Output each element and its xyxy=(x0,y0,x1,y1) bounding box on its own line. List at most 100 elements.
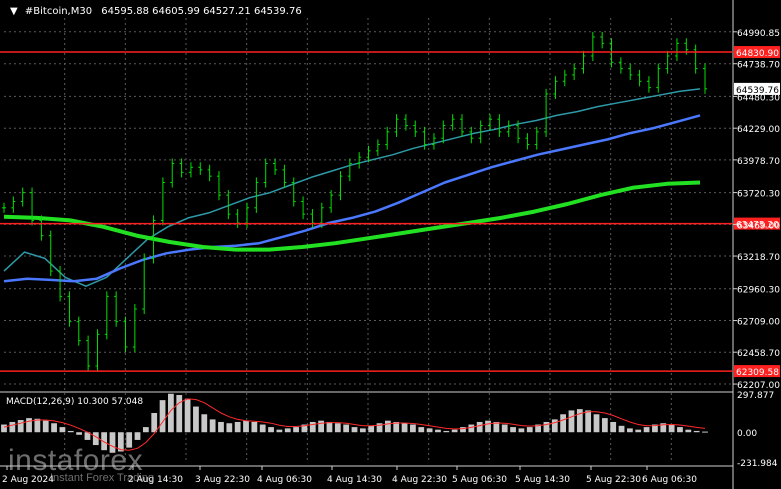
macd-histogram-bar xyxy=(334,423,341,433)
macd-histogram-bar xyxy=(601,418,608,433)
macd-histogram-bar xyxy=(201,414,208,433)
macd-histogram-bar xyxy=(159,400,166,433)
macd-tick-label: 0.00 xyxy=(737,429,757,439)
macd-histogram-bar xyxy=(59,427,66,433)
time-tick-label: 6 Aug 06:30 xyxy=(642,475,697,485)
macd-histogram-bar xyxy=(610,421,617,433)
macd-histogram-bar xyxy=(518,428,525,433)
macd-histogram-bar xyxy=(293,427,299,433)
macd-histogram-bar xyxy=(510,427,516,433)
ohlc-values: 64595.88 64605.99 64527.21 64539.76 xyxy=(101,6,301,17)
moving-averages xyxy=(3,88,701,287)
macd-histogram-bar xyxy=(234,421,241,433)
macd-histogram-bar xyxy=(668,424,675,433)
macd-histogram-bar xyxy=(685,429,692,433)
macd-histogram-bar xyxy=(384,420,391,433)
macd-histogram-bar xyxy=(468,424,475,433)
price-tick-label: 64738.70 xyxy=(737,61,780,71)
level-label: 64830.90 xyxy=(736,49,779,59)
macd-histogram-bar xyxy=(485,420,491,433)
macd-histogram-bar xyxy=(551,419,558,433)
moving-average-line xyxy=(3,88,701,287)
svg-text:▼ #Bitcoin,M30 64595.8: ▼ #Bitcoin,M30 64595.88 64605.99 64527.2… xyxy=(10,6,302,17)
macd-histogram-bar xyxy=(218,421,224,433)
time-tick-label: 5 Aug 06:30 xyxy=(452,475,507,485)
macd-histogram-bar xyxy=(677,427,683,433)
macd-histogram-bar xyxy=(326,421,333,433)
macd-histogram-bar xyxy=(309,421,316,433)
macd-histogram-bar xyxy=(1,424,7,433)
menu-arrow-icon[interactable]: ▼ xyxy=(10,6,18,17)
macd-histogram-bar xyxy=(243,420,249,433)
macd-histogram-bar xyxy=(410,424,416,433)
macd-tick-label: 297.877 xyxy=(737,391,774,401)
macd-histogram-bar xyxy=(184,398,191,433)
macd-histogram-bar xyxy=(643,427,650,433)
time-tick-label: 5 Aug 22:30 xyxy=(586,475,641,485)
price-tick-label: 62207.00 xyxy=(737,381,780,391)
macd-histogram-bar xyxy=(543,421,550,433)
macd-histogram-bar xyxy=(259,424,266,433)
level-label: 62309.58 xyxy=(736,368,779,378)
macd-histogram-bar xyxy=(585,410,592,433)
macd-histogram-bar xyxy=(51,423,57,433)
time-tick-label: 4 Aug 06:30 xyxy=(257,475,312,485)
time-tick-label: 4 Aug 22:30 xyxy=(392,475,447,485)
macd-histogram-bar xyxy=(17,420,24,433)
price-tick-label: 63218.70 xyxy=(737,253,780,263)
macd-histogram-bar xyxy=(359,428,366,433)
macd-histogram-bar xyxy=(426,428,433,433)
macd-histogram-bar xyxy=(435,429,441,433)
macd-histogram-bar xyxy=(284,428,291,433)
macd-histogram-bar xyxy=(343,424,350,433)
price-tick-label: 62709.00 xyxy=(737,318,780,328)
macd-histogram-bar xyxy=(226,423,233,433)
time-tick-label: 3 Aug 22:30 xyxy=(195,475,250,485)
macd-histogram-bar xyxy=(26,418,32,433)
macd-histogram-bar xyxy=(67,430,74,433)
macd-histogram-bar xyxy=(368,425,375,433)
price-chart: 64830.9063475.2062309.5864539.76 64990.8… xyxy=(0,0,780,489)
chart-grid xyxy=(0,0,734,489)
macd-histogram-bar xyxy=(476,421,483,433)
macd-histogram-bar xyxy=(593,414,600,433)
macd-histogram-bar xyxy=(702,431,708,433)
macd-histogram-bar xyxy=(42,420,49,433)
macd-histogram-bar xyxy=(276,429,283,433)
macd-histogram-bar xyxy=(627,428,633,433)
macd-histogram-bar xyxy=(526,427,533,433)
watermark-tagline: Instant Forex Trading xyxy=(50,472,154,484)
macd-histogram-bar xyxy=(134,432,141,440)
symbol-label: #Bitcoin,M30 xyxy=(25,6,92,17)
price-tick-label: 64480.30 xyxy=(737,93,780,103)
macd-histogram-bar xyxy=(351,427,358,433)
macd-histogram-bar xyxy=(618,425,625,433)
price-tick-label: 62458.70 xyxy=(737,349,780,359)
macd-histogram-bar xyxy=(501,424,508,433)
macd-label: MACD(12,26,9) 10.300 57.048 xyxy=(6,397,143,407)
price-tick-label: 63720.30 xyxy=(737,190,780,200)
price-tick-label: 62960.30 xyxy=(737,286,780,296)
macd-histogram-bar xyxy=(635,429,642,433)
macd-histogram-bar xyxy=(209,419,216,433)
macd-histogram-bar xyxy=(9,421,16,433)
price-tick-label: 63978.70 xyxy=(737,157,780,167)
macd-histogram-bar xyxy=(568,410,575,433)
macd-histogram-bar xyxy=(576,409,583,433)
macd-histogram-bar xyxy=(418,427,425,433)
macd-histogram-bar xyxy=(451,429,458,433)
time-tick-label: 4 Aug 14:30 xyxy=(327,475,382,485)
price-tick-label: 64990.85 xyxy=(737,29,780,39)
macd-histogram-bar xyxy=(693,430,700,433)
price-tick-label: 64229.00 xyxy=(737,125,780,135)
horizontal-levels: 64830.9063475.2062309.5864539.76 xyxy=(0,46,780,378)
macd-histogram-bar xyxy=(142,427,149,433)
macd-histogram-bar xyxy=(401,423,408,433)
macd-histogram-bar xyxy=(176,395,183,433)
macd-histogram-bar xyxy=(443,430,450,433)
time-tick-label: 5 Aug 14:30 xyxy=(515,475,570,485)
macd-histogram-bar xyxy=(560,414,567,433)
macd-histogram-bar xyxy=(318,420,325,433)
macd-histogram-bar xyxy=(251,421,258,433)
price-tick-label: 63469.00 xyxy=(737,221,780,231)
